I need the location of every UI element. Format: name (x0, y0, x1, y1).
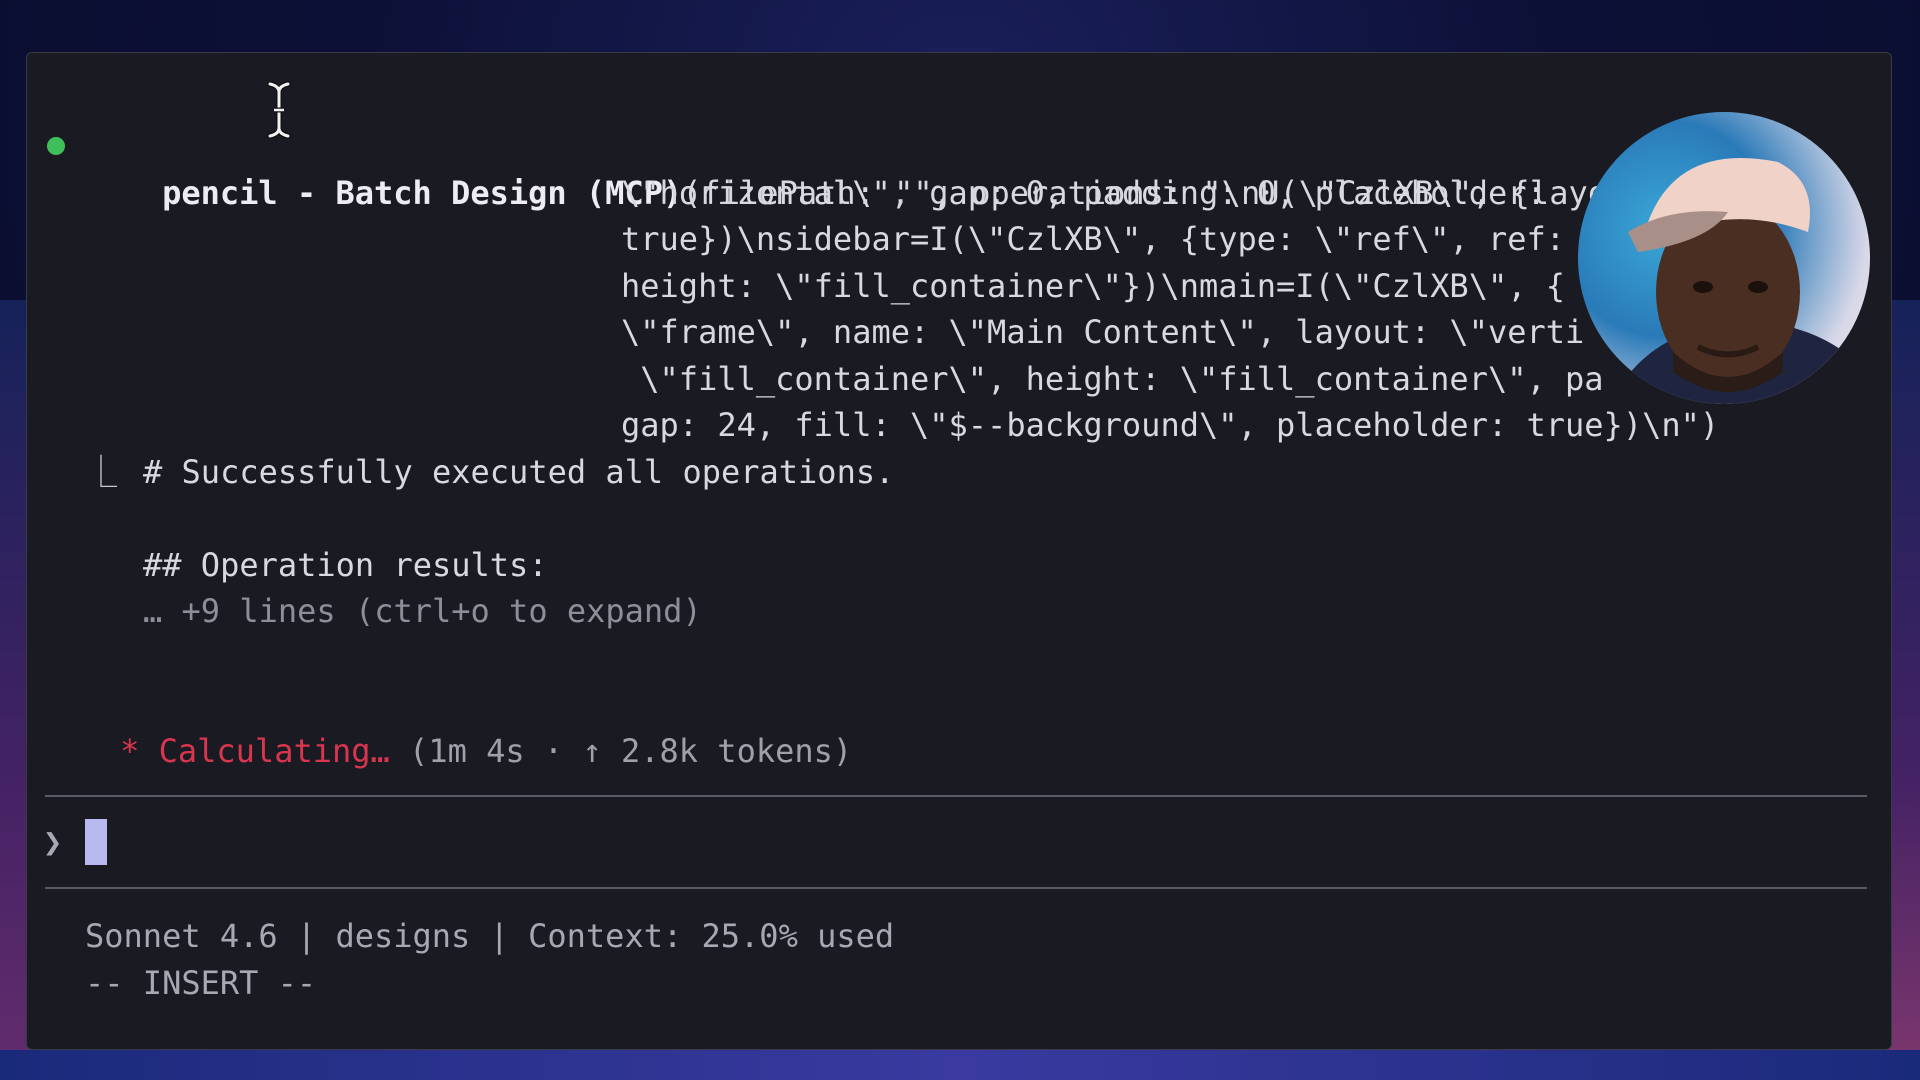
tool-args-line-5: \"fill_container\", height: \"fill_conta… (621, 359, 1604, 398)
activity-line: * Calculating… (1m 4s · ↑ 2.8k tokens) (43, 681, 852, 821)
result-expand-hint[interactable]: … +9 lines (ctrl+o to expand) (143, 588, 702, 635)
status-info: Sonnet 4.6 | designs | Context: 25.0% us… (85, 917, 895, 955)
result-heading: ## Operation results: (143, 545, 548, 584)
mode-indicator: -- INSERT -- (85, 963, 317, 1002)
result-tree-glyph: ⎿ (85, 452, 118, 491)
result-summary: # Successfully executed all operations. (143, 452, 895, 491)
text-cursor (85, 819, 107, 865)
tool-args-line-4: \"frame\", name: \"Main Content\", layou… (621, 313, 1585, 351)
background-bottom-strip (0, 1050, 1920, 1080)
prompt-chevron-icon: ❯ (43, 823, 63, 861)
tool-args-line-6: gap: 24, fill: \"$--background\", placeh… (621, 406, 1720, 444)
text-cursor-ibeam-icon (267, 81, 291, 139)
tool-args-line-2: true})\nsidebar=I(\"CzlXB\", {type: \"re… (621, 220, 1566, 258)
presenter-avatar (1612, 158, 1870, 404)
tool-args-line-1: \"horizontal\", gap: 0, padding: 0, plac… (621, 173, 1546, 212)
tool-name: pencil - Batch Design (MCP) (162, 173, 683, 212)
tool-status-dot (47, 137, 65, 155)
tool-args-line-3: height: \"fill_container\"})\nmain=I(\"C… (621, 266, 1566, 305)
prompt-top-divider (45, 795, 1867, 797)
webcam-overlay (1578, 112, 1870, 404)
spinner-icon: * (120, 731, 140, 770)
prompt-bottom-divider (45, 887, 1867, 889)
activity-label: Calculating… (158, 731, 390, 770)
activity-stats: (1m 4s · ↑ 2.8k tokens) (409, 731, 853, 770)
